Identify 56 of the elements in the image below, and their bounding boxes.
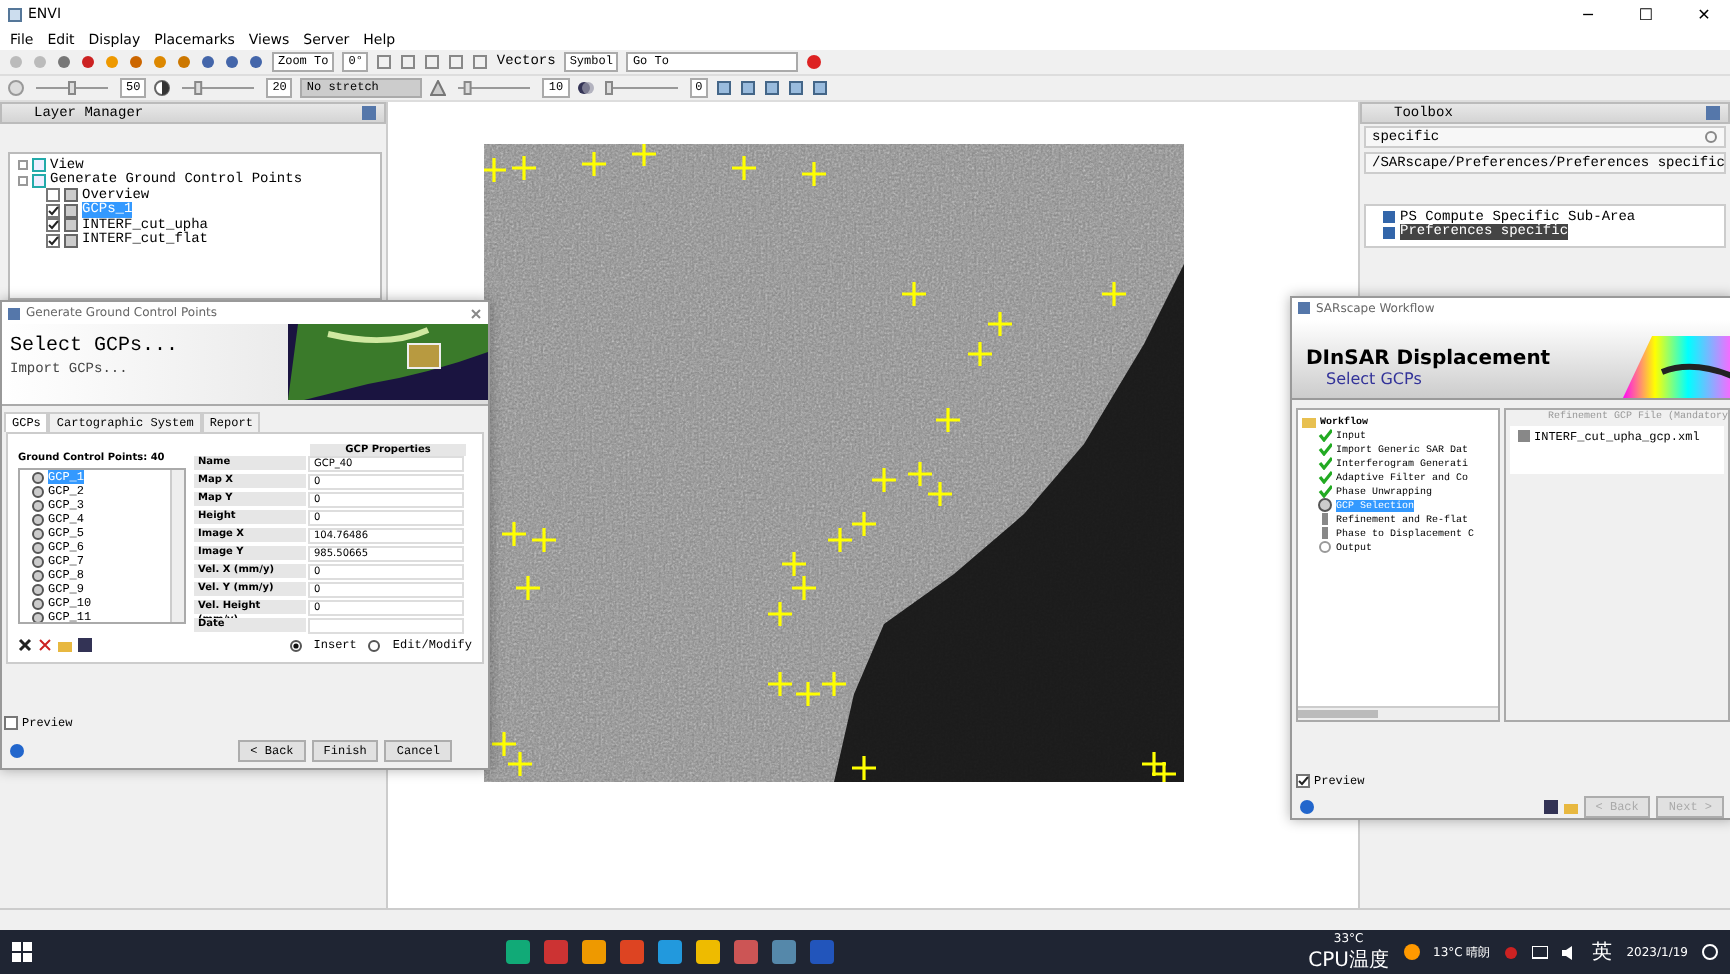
app-icon (1298, 302, 1310, 315)
checkbox[interactable] (46, 233, 60, 248)
interferogram-drawing (1622, 335, 1730, 399)
checkbox[interactable] (46, 188, 60, 203)
maximize-button[interactable]: ☐ (1620, 5, 1672, 23)
taskbar-app-icon[interactable] (582, 940, 607, 964)
minimize-button[interactable]: ─ (1562, 5, 1614, 23)
cpu-label: CPU温度 (1308, 947, 1389, 973)
delete-icon[interactable] (18, 638, 32, 652)
sharpen-icon (430, 80, 447, 96)
save-icon[interactable] (1543, 800, 1558, 814)
taskbar-app-icon[interactable] (620, 940, 645, 964)
checkbox[interactable] (1296, 773, 1310, 788)
banner-heading: DInSAR Displacement (1306, 347, 1551, 370)
close-button[interactable]: ✕ (1678, 5, 1730, 23)
slider-thumb[interactable] (68, 81, 76, 95)
scroll-thumb-icon[interactable] (1298, 710, 1378, 719)
app-icon (8, 7, 22, 21)
sun-icon (8, 80, 24, 96)
scrollbar[interactable] (170, 470, 184, 622)
sharpen-slider[interactable] (454, 80, 535, 96)
notification-icon[interactable] (1702, 944, 1718, 960)
taskbar-app-icon[interactable] (772, 940, 797, 964)
taskbar-app-icon[interactable] (658, 940, 683, 964)
radio-button[interactable] (289, 639, 302, 651)
transparency-icon (577, 80, 594, 96)
property-field[interactable] (308, 618, 464, 634)
horizontal-scrollbar[interactable] (1298, 706, 1498, 721)
radio-button[interactable] (368, 639, 381, 651)
brightness-slider[interactable] (32, 80, 112, 96)
slider-thumb[interactable] (194, 81, 203, 95)
banner-subheading: Select GCPs (1326, 369, 1424, 388)
weather-sun-icon (1403, 944, 1419, 960)
network-icon[interactable] (1532, 945, 1549, 959)
help-icon[interactable] (10, 744, 24, 758)
help-icon[interactable] (1300, 800, 1314, 814)
taskbar-app-icon[interactable] (506, 940, 531, 964)
taskbar-app-icon[interactable] (734, 940, 759, 964)
banner-heading: Select GCPs... (10, 336, 179, 358)
app-icon (8, 307, 20, 319)
folder-icon (1302, 415, 1316, 428)
slider-thumb[interactable] (464, 81, 473, 95)
start-icon[interactable] (12, 942, 32, 962)
delete-all-icon[interactable] (38, 638, 52, 652)
input-method[interactable]: 英 (1592, 938, 1613, 966)
stop-icon[interactable] (806, 54, 823, 70)
checkbox[interactable] (46, 218, 60, 233)
contrast-icon (154, 80, 171, 96)
contrast-slider[interactable] (178, 80, 259, 96)
checkbox[interactable] (4, 716, 18, 730)
close-icon[interactable] (470, 307, 482, 319)
taskbar-app-icon[interactable] (696, 940, 721, 964)
transparency-slider[interactable] (601, 80, 682, 96)
slider-thumb[interactable] (604, 81, 613, 95)
tray-icon[interactable] (1504, 945, 1519, 959)
checkbox[interactable] (46, 203, 60, 218)
